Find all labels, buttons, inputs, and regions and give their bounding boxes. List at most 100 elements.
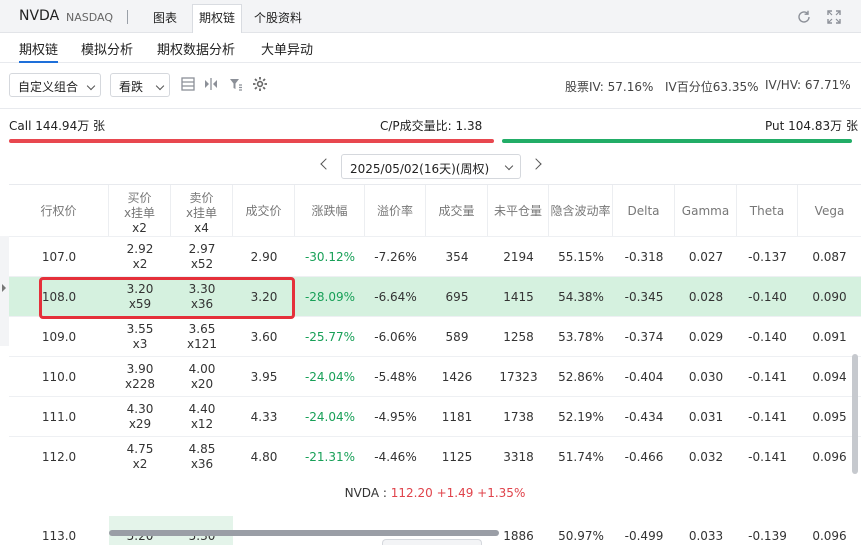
change-cell: -30.12% [304, 249, 356, 264]
ask-price: 3.65 [188, 322, 216, 336]
selected-row-highlight [39, 277, 295, 319]
subtab-large-orders[interactable]: 大单异动 [261, 39, 313, 58]
theta-cell: -0.141 [748, 449, 787, 464]
vertical-scrollbar[interactable] [852, 354, 858, 474]
strike-cell: 107.0 [41, 249, 77, 264]
bid-cell[interactable]: 2.92 x2 [109, 237, 171, 277]
ask-cell[interactable]: 4.85 x36 [171, 437, 233, 477]
bid-cell[interactable]: 3.55 x3 [109, 317, 171, 357]
col-ask[interactable]: 卖价 x挂单 x4 [171, 185, 233, 237]
col-vega[interactable]: Vega [798, 185, 861, 237]
iv-cell: 52.19% [558, 409, 604, 424]
iv-cell: 50.97% [558, 528, 604, 543]
ask-size: x36 [190, 457, 214, 471]
delta-cell: -0.374 [624, 329, 664, 344]
volume-cell: 354 [445, 249, 469, 264]
volume-cell: 695 [445, 289, 469, 304]
sub-tabs: 期权链 模拟分析 期权数据分析 大单异动 [0, 33, 861, 63]
bid-cell[interactable]: 4.75 x2 [109, 437, 171, 477]
volume-cell: 589 [445, 329, 469, 344]
bid-cell[interactable]: 3.90 x228 [109, 357, 171, 397]
col-strike[interactable]: 行权价 [9, 185, 109, 237]
ask-price: 2.97 [188, 242, 216, 256]
tab-stock-profile[interactable]: 个股资料 [254, 9, 302, 26]
last-cell: 2.90 [250, 249, 278, 264]
table-row[interactable]: 110.0 3.90 x228 4.00 x20 3.95 -24.04% -5.48% 142… [9, 356, 861, 396]
oi-cell: 3318 [503, 449, 534, 464]
ask-size: x121 [186, 337, 217, 351]
col-implied-vol[interactable]: 隐含波动率 [549, 185, 613, 237]
vega-cell: 0.096 [812, 528, 847, 543]
vega-cell: 0.091 [812, 329, 847, 344]
ask-cell[interactable]: 4.00 x20 [171, 357, 233, 397]
last-cell: 4.33 [250, 409, 278, 424]
col-bid[interactable]: 买价 x挂单 x2 [109, 185, 171, 237]
put-volume: Put 104.83万 张 [765, 119, 858, 133]
filter-icon[interactable] [229, 77, 243, 91]
top-header: NVDA NASDAQ 图表 期权链 个股资料 [0, 0, 861, 33]
bid-price: 4.30 [126, 402, 154, 416]
table-row[interactable]: 111.0 4.30 x29 4.40 x12 4.33 -24.04% -4.95% 1181… [9, 396, 861, 436]
last-cell: 3.60 [250, 329, 278, 344]
chevron-right-icon[interactable] [530, 158, 542, 170]
option-chain-table: 行权价 买价 x挂单 x2 卖价 x挂单 x4 成交价 涨跌幅 溢价率 成交量 … [9, 184, 861, 545]
expand-handle[interactable] [382, 539, 482, 545]
oi-cell: 1415 [503, 289, 534, 304]
table-row[interactable]: 112.0 4.75 x2 4.85 x36 4.80 -21.31% -4.46% 1125 3… [9, 436, 861, 476]
ticker-symbol: NVDA [19, 8, 60, 24]
split-icon[interactable] [204, 77, 218, 91]
delta-cell: -0.499 [624, 528, 664, 543]
col-change[interactable]: 涨跌幅 [295, 185, 365, 237]
delta-cell: -0.318 [624, 249, 664, 264]
col-open-interest[interactable]: 未平仓量 [488, 185, 549, 237]
bid-size: x29 [128, 417, 152, 431]
chevron-down-icon [155, 81, 165, 91]
bid-price: 4.75 [126, 442, 154, 456]
horizontal-scrollbar[interactable] [109, 530, 499, 536]
combo-dropdown-label: 自定义组合 [18, 80, 79, 94]
refresh-icon[interactable] [796, 9, 812, 25]
layout-icon[interactable] [181, 77, 195, 91]
premium-cell: -4.46% [374, 449, 417, 464]
gear-icon[interactable] [252, 76, 268, 92]
table-row[interactable]: 109.0 3.55 x3 3.65 x121 3.60 -25.77% -6.06% 589 1… [9, 316, 861, 356]
table-row[interactable]: 107.0 2.92 x2 2.97 x52 2.90 -30.12% -7.26% 354 21… [9, 236, 861, 276]
tab-chart[interactable]: 图表 [153, 9, 177, 26]
subtab-option-chain[interactable]: 期权链 [19, 39, 59, 63]
chevron-down-icon [86, 81, 96, 91]
expiry-dropdown[interactable]: 2025/05/02(16天)(周权) [341, 154, 521, 179]
bid-cell[interactable]: 4.30 x29 [109, 397, 171, 437]
cp-volume-ratio: C/P成交量比: 1.38 [380, 119, 483, 133]
ask-size: x12 [190, 417, 214, 431]
ask-cell[interactable]: 2.97 x52 [171, 237, 233, 277]
col-theta[interactable]: Theta [737, 185, 798, 237]
col-volume[interactable]: 成交量 [426, 185, 488, 237]
subtab-option-data[interactable]: 期权数据分析 [157, 39, 235, 58]
col-premium[interactable]: 溢价率 [365, 185, 426, 237]
change-cell: -28.09% [304, 289, 356, 304]
chevron-left-icon[interactable] [320, 158, 332, 170]
ask-price: 4.40 [188, 402, 216, 416]
strike-cell: 110.0 [41, 369, 77, 384]
direction-dropdown[interactable]: 看跌 [110, 73, 170, 97]
ask-cell[interactable]: 4.40 x12 [171, 397, 233, 437]
combo-dropdown[interactable]: 自定义组合 [9, 73, 101, 97]
tab-option-chain[interactable]: 期权链 [192, 4, 243, 33]
subtab-simulation[interactable]: 模拟分析 [81, 39, 133, 58]
ask-cell[interactable]: 3.65 x121 [171, 317, 233, 357]
gamma-cell: 0.028 [688, 289, 724, 304]
iv-cell: 55.15% [558, 249, 604, 264]
gamma-cell: 0.029 [688, 329, 724, 344]
col-delta[interactable]: Delta [613, 185, 675, 237]
premium-cell: -5.48% [374, 369, 417, 384]
col-ask-size-label: x挂单 [185, 205, 218, 220]
col-last[interactable]: 成交价 [233, 185, 295, 237]
theta-cell: -0.140 [748, 289, 787, 304]
strike-cell: 109.0 [41, 329, 77, 344]
toolbar: 自定义组合 看跌 股票IV: 57.16% IV百分位63.35% IV/HV:… [0, 63, 861, 108]
col-gamma[interactable]: Gamma [675, 185, 737, 237]
fullscreen-icon[interactable] [826, 9, 842, 25]
bid-size: x228 [124, 377, 155, 391]
col-bid-size-label: x挂单 [123, 205, 156, 220]
left-collapse-handle[interactable] [0, 236, 9, 346]
